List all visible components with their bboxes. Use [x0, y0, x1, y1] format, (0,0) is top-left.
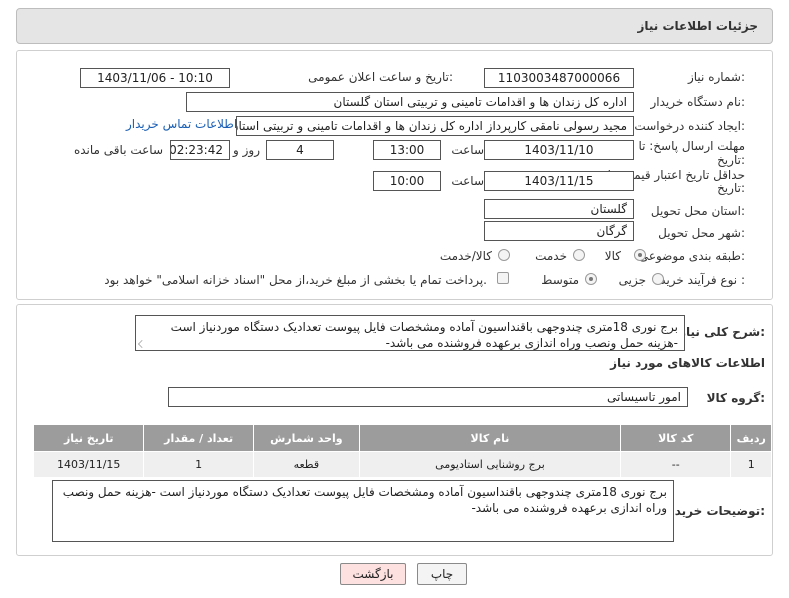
col-date: تاریخ نیاز — [32, 424, 145, 452]
requester-field[interactable]: مجید رسولی نامقی کارپرداز اداره کل زندان… — [236, 116, 634, 136]
category-radio-service[interactable] — [573, 249, 585, 261]
process-radio-medium[interactable] — [585, 273, 597, 285]
need-number-field[interactable]: 1103003487000066 — [484, 68, 634, 88]
deadline-hour-label: ساعت — [451, 143, 484, 157]
cell-code: -- — [620, 451, 732, 478]
category-option-service: خدمت — [535, 249, 567, 263]
page-title: جزئیات اطلاعات نیاز — [637, 19, 758, 33]
category-label: طبقه بندی موضوعی: — [638, 249, 745, 263]
days-field[interactable]: 4 — [266, 140, 334, 160]
deadline-label: مهلت ارسال پاسخ: تا — [638, 139, 745, 153]
buyer-org-label: نام دستگاه خریدار: — [650, 95, 746, 109]
process-option-medium: متوسط — [541, 273, 579, 287]
category-radio-goods-service[interactable] — [498, 249, 510, 261]
print-button[interactable]: چاپ — [417, 563, 467, 585]
validity-date-field[interactable]: 1403/11/15 — [484, 171, 634, 191]
category-option-goods-service: کالا/خدمت — [439, 249, 492, 263]
city-field[interactable]: گرگان — [484, 221, 634, 241]
remaining-label: ساعت باقی مانده — [73, 143, 163, 157]
back-button[interactable]: بازگشت — [340, 563, 406, 585]
announce-label: تاریخ و ساعت اعلان عمومی: — [308, 70, 453, 84]
buyer-notes-text: برج نوری 18متری چندوجهی باقنداسیون آماده… — [62, 485, 667, 515]
buyer-contact-link[interactable]: اطلاعات تماس خریدار — [126, 117, 237, 131]
cell-row: 1 — [730, 451, 772, 478]
goods-group-label: گروه کالا: — [706, 391, 765, 405]
goods-table: ردیف کد کالا نام کالا واحد شمارش تعداد /… — [32, 424, 772, 478]
description-textarea[interactable]: برج نوری 18متری چندوجهی باقنداسیون آماده… — [135, 315, 685, 351]
description-label: شرح کلی نیاز: — [679, 325, 765, 339]
cell-date: 1403/11/15 — [32, 451, 145, 478]
deadline-date-field[interactable]: 1403/11/10 — [484, 140, 634, 160]
buyer-notes-label: توضیحات خریدار: — [663, 504, 765, 518]
remaining-time-field[interactable]: 02:23:42 — [170, 140, 230, 160]
requester-label: ایجاد کننده درخواست: — [634, 119, 745, 133]
deadline-label-date: تاریخ: — [717, 153, 745, 167]
description-text: برج نوری 18متری چندوجهی باقنداسیون آماده… — [170, 320, 678, 350]
goods-section-title: اطلاعات کالاهای مورد نیاز — [610, 356, 765, 370]
process-radio-minor[interactable] — [652, 273, 664, 285]
col-unit: واحد شمارش — [252, 424, 360, 452]
validity-label-date: تاریخ: — [717, 181, 745, 195]
deadline-time-field[interactable]: 13:00 — [373, 140, 441, 160]
announce-field[interactable]: 1403/11/06 - 10:10 — [80, 68, 230, 88]
city-label: شهر محل تحویل: — [658, 226, 745, 240]
validity-hour-label: ساعت — [451, 174, 484, 188]
buyer-org-field[interactable]: اداره کل زندان ها و اقدامات تامینی و ترب… — [186, 92, 634, 112]
validity-time-field[interactable]: 10:00 — [373, 171, 441, 191]
treasury-payment-checkbox[interactable] — [497, 272, 509, 284]
cell-qty: 1 — [143, 451, 254, 478]
days-label: روز و — [233, 143, 260, 157]
treasury-payment-note: پرداخت تمام یا بخشی از مبلغ خرید،از محل … — [104, 273, 487, 287]
cell-name: برج روشنایی استادیومی — [358, 451, 622, 478]
process-label: نوع فرآیند خرید : — [660, 273, 745, 287]
category-option-goods: کالا — [604, 249, 621, 263]
process-option-minor: جزیی — [618, 273, 646, 287]
category-radio-goods[interactable] — [634, 249, 646, 261]
cell-unit: قطعه — [252, 451, 360, 478]
goods-table-header: ردیف کد کالا نام کالا واحد شمارش تعداد /… — [32, 424, 772, 452]
province-field[interactable]: گلستان — [484, 199, 634, 219]
page-header: جزئیات اطلاعات نیاز — [16, 8, 773, 44]
col-qty: تعداد / مقدار — [143, 424, 254, 452]
buyer-notes-textarea[interactable]: برج نوری 18متری چندوجهی باقنداسیون آماده… — [52, 480, 674, 542]
col-code: کد کالا — [620, 424, 732, 452]
table-row: 1 -- برج روشنایی استادیومی قطعه 1 1403/1… — [32, 451, 772, 478]
need-number-label: شماره نیاز: — [687, 70, 745, 84]
col-name: نام کالا — [358, 424, 622, 452]
col-row: ردیف — [730, 424, 772, 452]
resize-handle-icon[interactable] — [138, 340, 146, 348]
goods-group-field[interactable]: امور تاسیساتی — [168, 387, 688, 407]
province-label: استان محل تحویل: — [650, 204, 745, 218]
